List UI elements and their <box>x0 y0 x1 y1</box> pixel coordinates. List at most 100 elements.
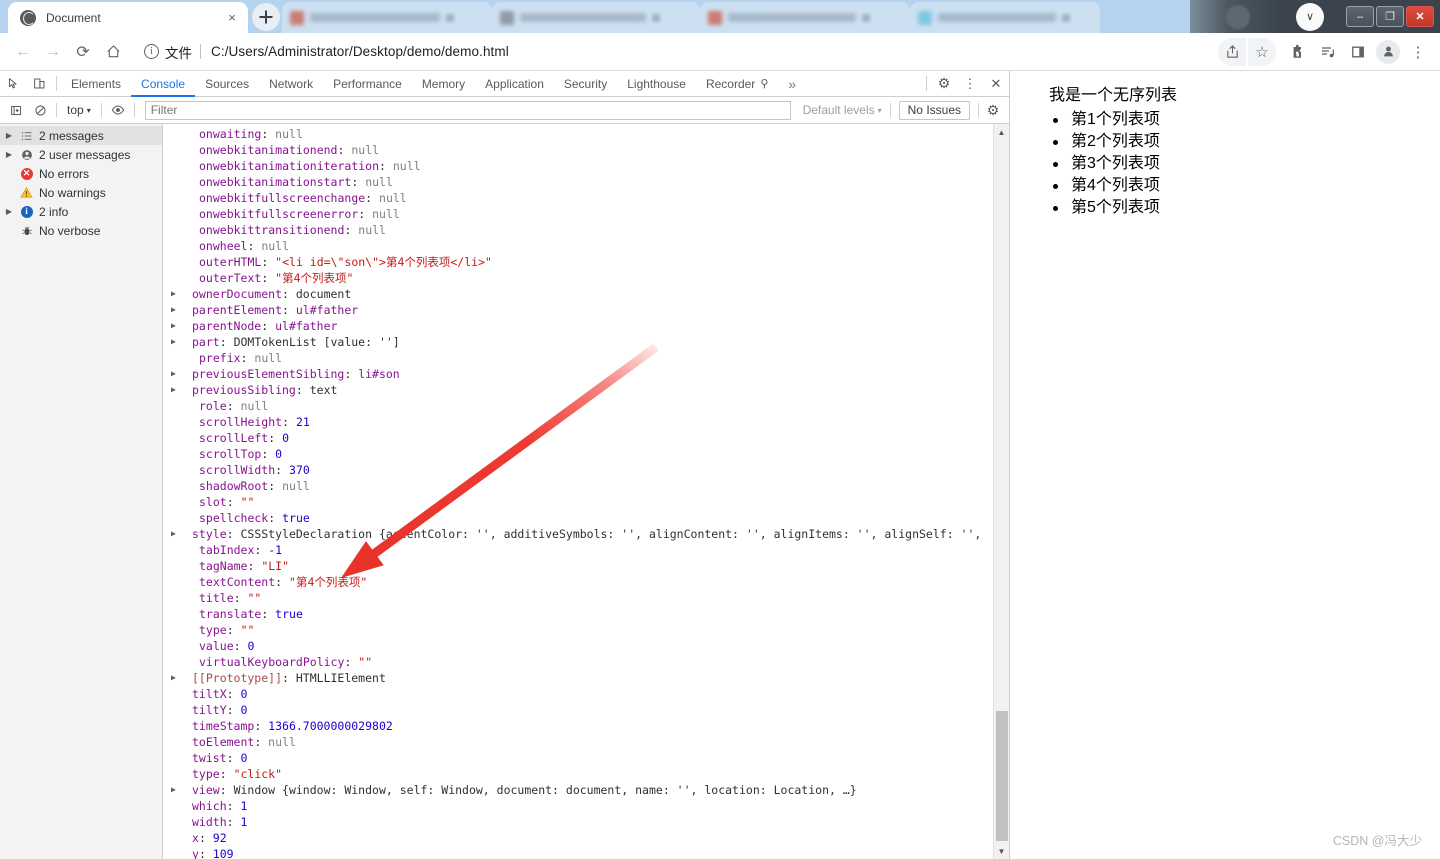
reload-icon[interactable]: ⟳ <box>68 37 98 67</box>
close-devtools-icon[interactable]: ✕ <box>983 71 1009 96</box>
scroll-up-arrow-icon[interactable]: ▲ <box>994 124 1009 140</box>
console-log-row[interactable]: tiltX: 0 <box>163 686 1009 702</box>
forward-icon[interactable]: → <box>38 37 68 67</box>
console-log-row[interactable]: timeStamp: 1366.7000000029802 <box>163 718 1009 734</box>
sidebar-item-user-messages[interactable]: ▶ 2 user messages <box>0 145 162 164</box>
console-log-row[interactable]: virtualKeyboardPolicy: "" <box>163 654 1009 670</box>
tab-sources[interactable]: Sources <box>195 71 259 96</box>
console-log-row[interactable]: role: null <box>163 398 1009 414</box>
log-levels-select[interactable]: Default levels ▾ <box>797 103 888 117</box>
close-icon[interactable] <box>652 13 660 22</box>
chevron-down-icon[interactable]: ∨ <box>1296 2 1324 31</box>
console-log-row[interactable]: ▶ previousSibling: text <box>163 382 1009 398</box>
console-log-row[interactable]: type: "click" <box>163 766 1009 782</box>
console-log-row[interactable]: onwebkitfullscreenerror: null <box>163 206 1009 222</box>
close-icon[interactable] <box>862 13 870 22</box>
live-expression-eye-icon[interactable] <box>106 99 130 121</box>
execution-context-select[interactable]: top ▾ <box>61 103 97 117</box>
expand-arrow-icon[interactable]: ▶ <box>171 369 180 379</box>
console-log-row[interactable]: ▶ ownerDocument: document <box>163 286 1009 302</box>
console-log-row[interactable]: ▶ style: CSSStyleDeclaration {accentColor… <box>163 526 1009 542</box>
reading-list-icon[interactable] <box>1314 38 1342 66</box>
issues-button[interactable]: No Issues <box>898 100 970 120</box>
filter-input[interactable]: Filter <box>144 100 791 120</box>
share-icon[interactable] <box>1218 37 1246 66</box>
close-icon[interactable] <box>1062 13 1070 22</box>
sidebar-item-messages[interactable]: ▶ 2 messages <box>0 126 162 145</box>
tab-memory[interactable]: Memory <box>412 71 475 96</box>
console-log-row[interactable]: shadowRoot: null <box>163 478 1009 494</box>
expand-arrow-icon[interactable]: ▶ <box>171 785 180 795</box>
console-log-row[interactable]: ▶ part: DOMTokenList [value: ''] <box>163 334 1009 350</box>
minimize-button[interactable]: – <box>1346 6 1374 27</box>
url-input[interactable]: i 文件 C:/Users/Administrator/Desktop/demo… <box>134 38 1212 66</box>
console-log-row[interactable]: tabIndex: -1 <box>163 542 1009 558</box>
console-log-row[interactable]: onwebkitanimationiteration: null <box>163 158 1009 174</box>
console-log-row[interactable]: width: 1 <box>163 814 1009 830</box>
console-log-row[interactable]: spellcheck: true <box>163 510 1009 526</box>
console-log-row[interactable]: ▶ parentNode: ul#father <box>163 318 1009 334</box>
chevron-right-icon[interactable]: ▶ <box>4 207 14 216</box>
expand-arrow-icon[interactable]: ▶ <box>171 289 180 299</box>
side-panel-icon[interactable] <box>1344 38 1372 66</box>
browser-menu-icon[interactable]: ⋮ <box>1404 38 1432 66</box>
expand-arrow-icon[interactable]: ▶ <box>171 337 180 347</box>
close-window-button[interactable]: ✕ <box>1406 6 1434 27</box>
scrollbar-thumb[interactable] <box>996 711 1008 841</box>
console-log-row[interactable]: translate: true <box>163 606 1009 622</box>
profile-avatar[interactable] <box>1374 38 1402 66</box>
clear-console-icon[interactable] <box>4 99 28 121</box>
tab-lighthouse[interactable]: Lighthouse <box>617 71 696 96</box>
browser-tab-document[interactable]: Document × <box>8 2 248 33</box>
expand-arrow-icon[interactable]: ▶ <box>171 673 180 683</box>
new-tab-button[interactable] <box>252 3 280 31</box>
expand-arrow-icon[interactable]: ▶ <box>171 321 180 331</box>
browser-tab-blurred-2[interactable] <box>492 2 700 33</box>
sidebar-item-errors[interactable]: ▶ ✕ No errors <box>0 164 162 183</box>
chevron-right-icon[interactable]: ▶ <box>4 131 14 140</box>
console-log-row[interactable]: ▶ view: Window {window: Window, self: Win… <box>163 782 1009 798</box>
no-entry-icon[interactable] <box>28 99 52 121</box>
console-log-row[interactable]: ▶ previousElementSibling: li#son <box>163 366 1009 382</box>
console-log-row[interactable]: outerText: "第4个列表项" <box>163 270 1009 286</box>
console-log-row[interactable]: tiltY: 0 <box>163 702 1009 718</box>
chevron-right-icon[interactable]: ▶ <box>4 150 14 159</box>
console-log-row[interactable]: ▶ [[Prototype]]: HTMLLIElement <box>163 670 1009 686</box>
console-log-row[interactable]: value: 0 <box>163 638 1009 654</box>
console-log-row[interactable]: scrollTop: 0 <box>163 446 1009 462</box>
console-log-row[interactable]: onwheel: null <box>163 238 1009 254</box>
console-log-row[interactable]: scrollLeft: 0 <box>163 430 1009 446</box>
list-item[interactable]: 第5个列表项 <box>1049 197 1440 218</box>
scroll-down-arrow-icon[interactable]: ▼ <box>994 843 1009 859</box>
home-icon[interactable] <box>98 37 128 67</box>
back-icon[interactable]: ← <box>8 37 38 67</box>
list-item[interactable]: 第3个列表项 <box>1049 153 1440 174</box>
gear-icon[interactable]: ⚙ <box>931 71 957 96</box>
maximize-button[interactable]: ❐ <box>1376 6 1404 27</box>
console-log-row[interactable]: title: "" <box>163 590 1009 606</box>
console-log-row[interactable]: slot: "" <box>163 494 1009 510</box>
browser-tab-blurred-4[interactable] <box>910 2 1100 33</box>
console-log-row[interactable]: type: "" <box>163 622 1009 638</box>
console-log-row[interactable]: which: 1 <box>163 798 1009 814</box>
console-log-row[interactable]: toElement: null <box>163 734 1009 750</box>
tab-application[interactable]: Application <box>475 71 554 96</box>
console-log-row[interactable]: outerHTML: "<li id=\"son\">第4个列表项</li>" <box>163 254 1009 270</box>
list-item[interactable]: 第4个列表项 <box>1049 175 1440 196</box>
sidebar-item-verbose[interactable]: ▶ No verbose <box>0 221 162 240</box>
list-item[interactable]: 第2个列表项 <box>1049 131 1440 152</box>
browser-tab-blurred-3[interactable] <box>700 2 910 33</box>
device-toolbar-icon[interactable] <box>26 71 52 96</box>
console-log-row[interactable]: x: 92 <box>163 830 1009 846</box>
sidebar-item-warnings[interactable]: ▶ No warnings <box>0 183 162 202</box>
console-log-row[interactable]: scrollHeight: 21 <box>163 414 1009 430</box>
list-item[interactable]: 第1个列表项 <box>1049 109 1440 130</box>
inspect-element-icon[interactable] <box>0 71 26 96</box>
more-tabs-icon[interactable]: » <box>778 71 806 96</box>
extensions-puzzle-icon[interactable] <box>1284 38 1312 66</box>
console-log-row[interactable]: y: 109 <box>163 846 1009 859</box>
console-log-row[interactable]: ▶ parentElement: ul#father <box>163 302 1009 318</box>
expand-arrow-icon[interactable]: ▶ <box>171 305 180 315</box>
tab-recorder[interactable]: Recorder ⚲ <box>696 71 778 96</box>
console-log-row[interactable]: prefix: null <box>163 350 1009 366</box>
